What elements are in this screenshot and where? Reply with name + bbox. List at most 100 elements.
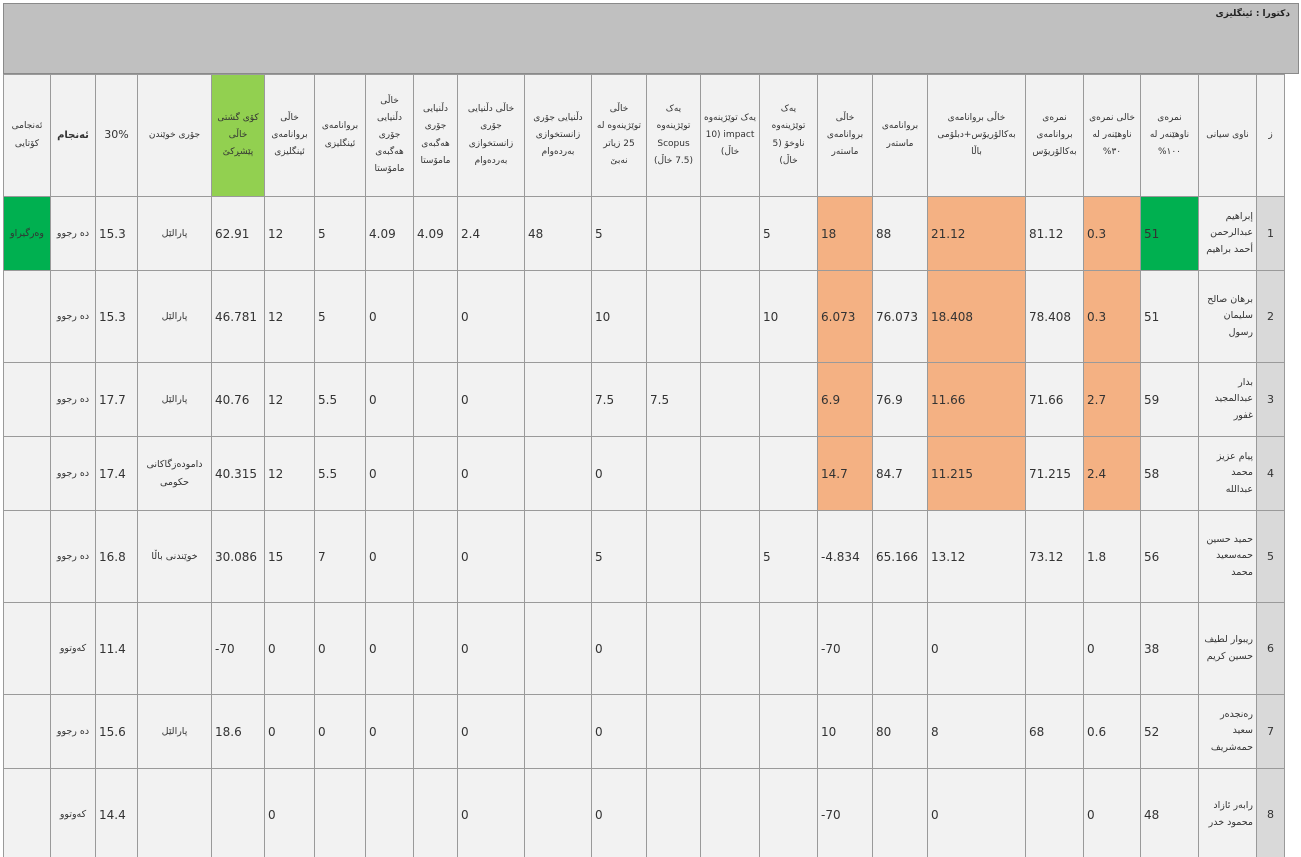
cell-name[interactable]: ريبوار لطيف حسين كريم	[1198, 602, 1257, 695]
cell-bachelor-avg[interactable]: 73.12	[1025, 510, 1084, 603]
col-master-points[interactable]: خاڵی بروانامەی ماستەر	[817, 74, 873, 197]
cell-service-uni-points[interactable]: 0	[457, 694, 525, 769]
cell-name[interactable]: پيام عزيز محمد عبدالله	[1198, 436, 1257, 511]
col-research-local[interactable]: یەک توێژینەوە ناوخۆ (5 خاڵ)	[759, 74, 818, 197]
cell-result[interactable]: دە رجوو	[50, 270, 96, 363]
cell-pct30[interactable]: 15.6	[95, 694, 138, 769]
col-research-25[interactable]: خاڵی توێژینەوە لە 25 زیاتر نەبێ	[591, 74, 647, 197]
col-bachelor-points[interactable]: خاڵی بروانامەی بەکالۆریۆس+دبلۆمی باڵا	[927, 74, 1026, 197]
cell-result[interactable]: دە رجوو	[50, 694, 96, 769]
cell-score100[interactable]: 51	[1140, 196, 1199, 271]
cell-research-scopus[interactable]	[646, 196, 701, 271]
col-english-points[interactable]: خاڵی بروانامەی ئینگلیزی	[264, 74, 315, 197]
cell-score100[interactable]: 59	[1140, 362, 1199, 437]
col-total[interactable]: کۆی گشتی خاڵی پێشڕکێ	[211, 74, 265, 197]
cell-points30[interactable]: 1.8	[1083, 510, 1141, 603]
cell-result[interactable]: دە رجوو	[50, 196, 96, 271]
cell-score100[interactable]: 58	[1140, 436, 1199, 511]
cell-total[interactable]: 40.76	[211, 362, 265, 437]
cell-index[interactable]: 7	[1256, 694, 1285, 769]
cell-research-scopus[interactable]	[646, 602, 701, 695]
cell-type[interactable]: دامودەزگاکانی حکومی	[137, 436, 212, 511]
cell-research-impact[interactable]	[700, 270, 760, 363]
cell-service-teacher[interactable]	[413, 362, 458, 437]
cell-service-teacher[interactable]	[413, 510, 458, 603]
cell-master-points[interactable]: 70-	[817, 768, 873, 857]
cell-research-25[interactable]: 5	[591, 510, 647, 603]
cell-index[interactable]: 3	[1256, 362, 1285, 437]
col-index[interactable]: ز	[1256, 74, 1285, 197]
cell-name[interactable]: إبراهيم عبدالرحمن أحمد براهيم	[1198, 196, 1257, 271]
cell-english-cert[interactable]: 5.5	[314, 362, 366, 437]
cell-bachelor-avg[interactable]: 68	[1025, 694, 1084, 769]
col-service-uni-points[interactable]: خاڵی دڵنیایی جۆری زانستخوازی بەردەوام	[457, 74, 525, 197]
cell-service-uni-points[interactable]: 0	[457, 602, 525, 695]
cell-service-uni-points[interactable]: 0	[457, 362, 525, 437]
cell-research-impact[interactable]	[700, 768, 760, 857]
cell-service-uni[interactable]	[524, 270, 592, 363]
cell-research-25[interactable]: 0	[591, 694, 647, 769]
cell-final[interactable]	[3, 362, 51, 437]
cell-research-25[interactable]: 0	[591, 768, 647, 857]
cell-research-impact[interactable]	[700, 510, 760, 603]
cell-score100[interactable]: 51	[1140, 270, 1199, 363]
cell-service-teacher[interactable]	[413, 436, 458, 511]
cell-points30[interactable]: 2.4	[1083, 436, 1141, 511]
cell-bachelor-avg[interactable]: 71.215	[1025, 436, 1084, 511]
col-pct30[interactable]: 30%	[95, 74, 138, 197]
cell-research-scopus[interactable]: 7.5	[646, 362, 701, 437]
cell-service-uni-points[interactable]: 0	[457, 768, 525, 857]
cell-bachelor-points[interactable]: 0	[927, 768, 1026, 857]
col-type[interactable]: جۆری خوێندن	[137, 74, 212, 197]
cell-bachelor-avg[interactable]: 81.12	[1025, 196, 1084, 271]
cell-points30[interactable]: 0.3	[1083, 196, 1141, 271]
cell-pct30[interactable]: 15.3	[95, 270, 138, 363]
cell-result[interactable]: دە رجوو	[50, 362, 96, 437]
cell-english-cert[interactable]: 0	[314, 602, 366, 695]
cell-english-cert[interactable]: 7	[314, 510, 366, 603]
cell-service-teacher[interactable]	[413, 694, 458, 769]
cell-service-teacher-points[interactable]: 4.09	[365, 196, 414, 271]
col-result[interactable]: ئەنجام	[50, 74, 96, 197]
cell-index[interactable]: 6	[1256, 602, 1285, 695]
cell-master-avg[interactable]: 76.9	[872, 362, 928, 437]
col-service-teacher[interactable]: دڵنیایی جۆری هەگبەی مامۆستا	[413, 74, 458, 197]
cell-service-uni[interactable]	[524, 768, 592, 857]
cell-english-points[interactable]: 12	[264, 270, 315, 363]
cell-service-teacher-points[interactable]: 0	[365, 270, 414, 363]
cell-english-points[interactable]: 0	[264, 768, 315, 857]
cell-service-uni[interactable]	[524, 602, 592, 695]
cell-service-uni[interactable]	[524, 362, 592, 437]
cell-service-uni-points[interactable]: 2.4	[457, 196, 525, 271]
cell-index[interactable]: 1	[1256, 196, 1285, 271]
cell-research-local[interactable]	[759, 362, 818, 437]
cell-name[interactable]: برهان صالح سليمان رسول	[1198, 270, 1257, 363]
cell-name[interactable]: رەنجدەر سعيد حمەشريف	[1198, 694, 1257, 769]
cell-type[interactable]: پارالێل	[137, 196, 212, 271]
cell-final[interactable]	[3, 694, 51, 769]
cell-index[interactable]: 4	[1256, 436, 1285, 511]
cell-service-teacher-points[interactable]: 0	[365, 362, 414, 437]
cell-score100[interactable]: 56	[1140, 510, 1199, 603]
cell-bachelor-avg[interactable]: 78.408	[1025, 270, 1084, 363]
cell-pct30[interactable]: 17.4	[95, 436, 138, 511]
cell-service-teacher-points[interactable]: 0	[365, 602, 414, 695]
cell-index[interactable]: 2	[1256, 270, 1285, 363]
cell-bachelor-avg[interactable]	[1025, 768, 1084, 857]
cell-service-teacher-points[interactable]	[365, 768, 414, 857]
cell-english-cert[interactable]	[314, 768, 366, 857]
cell-final[interactable]	[3, 270, 51, 363]
cell-points30[interactable]: 0	[1083, 602, 1141, 695]
cell-master-avg[interactable]: 80	[872, 694, 928, 769]
cell-master-avg[interactable]	[872, 602, 928, 695]
cell-research-25[interactable]: 7.5	[591, 362, 647, 437]
cell-master-points[interactable]: 6.073	[817, 270, 873, 363]
col-service-uni[interactable]: دڵنیایی جۆری زانستخوازی بەردەوام	[524, 74, 592, 197]
cell-english-points[interactable]: 0	[264, 694, 315, 769]
cell-master-points[interactable]: 6.9	[817, 362, 873, 437]
cell-english-cert[interactable]: 5	[314, 196, 366, 271]
cell-service-teacher-points[interactable]: 0	[365, 694, 414, 769]
cell-research-25[interactable]: 10	[591, 270, 647, 363]
cell-type[interactable]: پارالێل	[137, 694, 212, 769]
cell-pct30[interactable]: 14.4	[95, 768, 138, 857]
